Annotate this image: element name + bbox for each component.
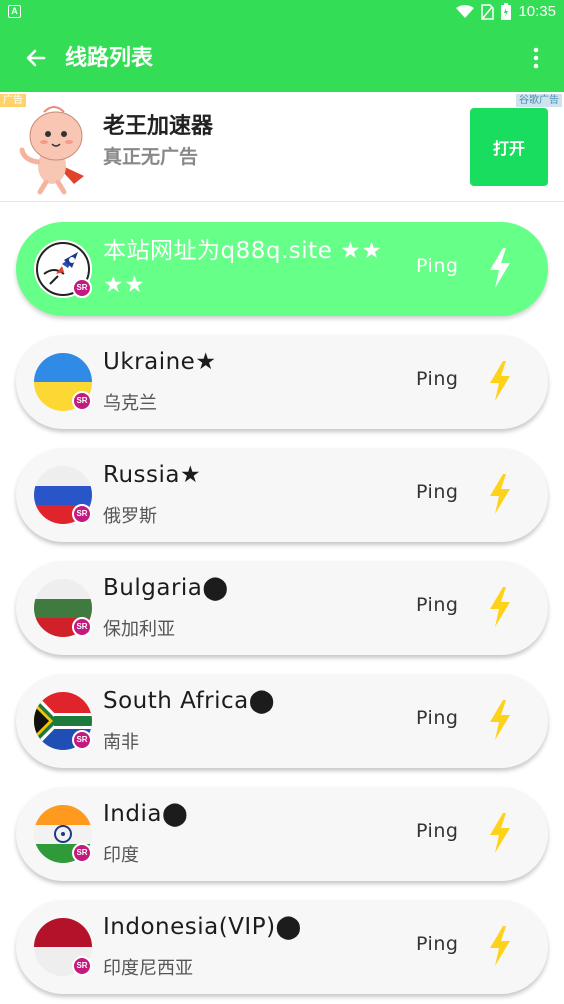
ad-mascot-image [19,106,84,195]
no-sim-icon [481,3,495,20]
sr-badge: SR [72,843,92,863]
wifi-icon [456,4,475,18]
sr-badge: SR [72,730,92,750]
server-item[interactable]: SR Indonesia(VIP)⬤ 印度尼西亚 Ping [16,900,548,994]
sr-badge: SR [72,504,92,524]
ping-button[interactable]: Ping [416,368,458,390]
battery-icon [501,3,512,20]
lightning-icon[interactable] [486,474,514,514]
app-notification-icon: A [8,5,21,18]
server-name-cn: 保加利亚 [103,619,175,640]
ad-open-button[interactable]: 打开 [470,108,548,186]
server-name: Ukraine★ [103,349,217,375]
ping-button[interactable]: Ping [416,933,458,955]
lightning-icon[interactable] [486,813,514,853]
server-name: Bulgaria⬤ [103,575,229,601]
sr-badge: SR [72,391,92,411]
lightning-icon[interactable] [486,587,514,627]
lightning-icon[interactable] [486,926,514,966]
ping-button[interactable]: Ping [416,594,458,616]
google-ad-label: 谷歌广告 [516,94,562,107]
server-item[interactable]: SR Bulgaria⬤ 保加利亚 Ping [16,561,548,655]
server-name-cn: 俄罗斯 [103,506,157,527]
server-name: Russia★ [103,462,202,488]
lightning-icon[interactable] [486,248,514,288]
ad-title: 老王加速器 [103,114,214,139]
server-name: India⬤ [103,801,189,827]
server-item[interactable]: SR Russia★ 俄罗斯 Ping [16,448,548,542]
status-time: 10:35 [518,3,556,20]
ping-button[interactable]: Ping [416,707,458,729]
ping-button[interactable]: Ping [416,255,458,277]
ad-banner[interactable]: 广告 谷歌广告 老王加速器 真正无广告 打开 [0,92,564,202]
server-name-cn: 南非 [103,732,139,753]
ping-button[interactable]: Ping [416,481,458,503]
more-vert-icon[interactable] [526,46,546,70]
server-item[interactable]: SR Ukraine★ 乌克兰 Ping [16,335,548,429]
server-item[interactable]: SR South Africa⬤ 南非 Ping [16,674,548,768]
sr-badge: SR [72,278,92,298]
server-name-cn: 印度尼西亚 [103,958,193,979]
server-name: 本站网址为q88q.site ★★ ★★ [103,238,383,298]
page-title: 线路列表 [65,46,154,71]
ad-subtitle: 真正无广告 [103,146,199,168]
lightning-icon[interactable] [486,361,514,401]
server-name: South Africa⬤ [103,688,275,714]
lightning-icon[interactable] [486,700,514,740]
ping-button[interactable]: Ping [416,820,458,842]
server-item[interactable]: SR India⬤ 印度 Ping [16,787,548,881]
sr-badge: SR [72,956,92,976]
arrow-left-icon[interactable] [22,44,50,72]
status-icons: 10:35 [456,3,556,20]
server-name-cn: 乌克兰 [103,393,157,414]
sr-badge: SR [72,617,92,637]
app-bar: 线路列表 [0,24,564,92]
status-bar: A 10:35 [0,0,564,24]
server-item[interactable]: SR 本站网址为q88q.site ★★ ★★ Ping [16,222,548,316]
server-name: Indonesia(VIP)⬤ [103,914,302,940]
server-name-cn: 印度 [103,845,139,866]
